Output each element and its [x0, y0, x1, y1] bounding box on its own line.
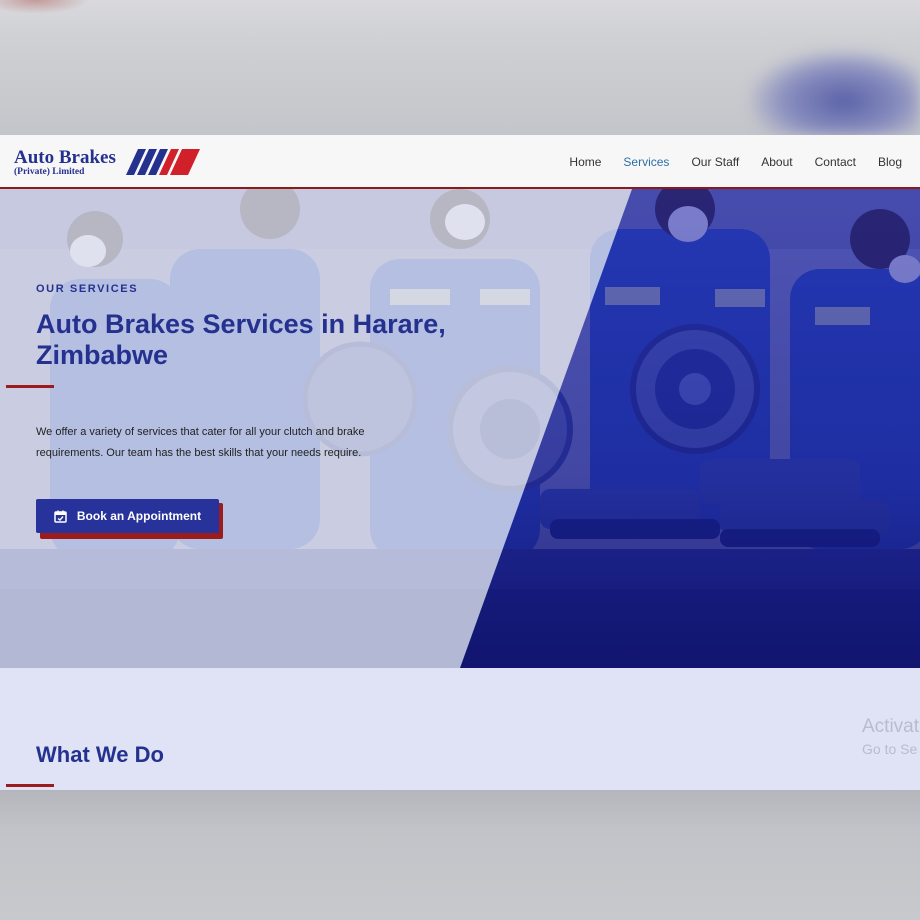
logo-title: Auto Brakes — [14, 147, 116, 168]
nav-contact[interactable]: Contact — [815, 155, 856, 169]
book-appointment-label: Book an Appointment — [76, 509, 202, 523]
logo-stripes-icon — [126, 149, 200, 175]
website-page: Auto Brakes (Private) Limited Home Servi… — [0, 135, 920, 790]
nav-about[interactable]: About — [761, 155, 792, 169]
logo-subtitle: (Private) Limited — [14, 167, 85, 177]
nav-services[interactable]: Services — [623, 155, 669, 169]
os-activation-watermark-line2: Go to Se — [862, 741, 918, 757]
what-we-do-section: Activat Go to Se What We Do — [0, 668, 920, 790]
main-nav: Home Services Our Staff About Contact Bl… — [547, 135, 902, 189]
nav-blog[interactable]: Blog — [878, 155, 902, 169]
site-header: Auto Brakes (Private) Limited Home Servi… — [0, 135, 920, 189]
nav-home[interactable]: Home — [569, 155, 601, 169]
os-activation-watermark-line1: Activat — [862, 716, 920, 737]
book-appointment-button[interactable]: Book an Appointment — [36, 499, 219, 533]
nav-our-staff[interactable]: Our Staff — [691, 155, 739, 169]
hero-title: Auto Brakes Services in Harare, Zimbabwe — [36, 309, 446, 370]
section-accent-line — [6, 784, 54, 787]
calendar-check-icon — [54, 510, 67, 523]
hero-section: OUR SERVICES Auto Brakes Services in Har… — [0, 189, 920, 668]
section-title: What We Do — [36, 742, 164, 767]
hero-eyebrow: OUR SERVICES — [36, 283, 139, 295]
blurred-backdrop-top — [0, 0, 920, 135]
blurred-backdrop-bottom — [0, 790, 920, 920]
hero-description: We offer a variety of services that cate… — [36, 426, 365, 459]
hero-accent-line — [6, 385, 54, 388]
